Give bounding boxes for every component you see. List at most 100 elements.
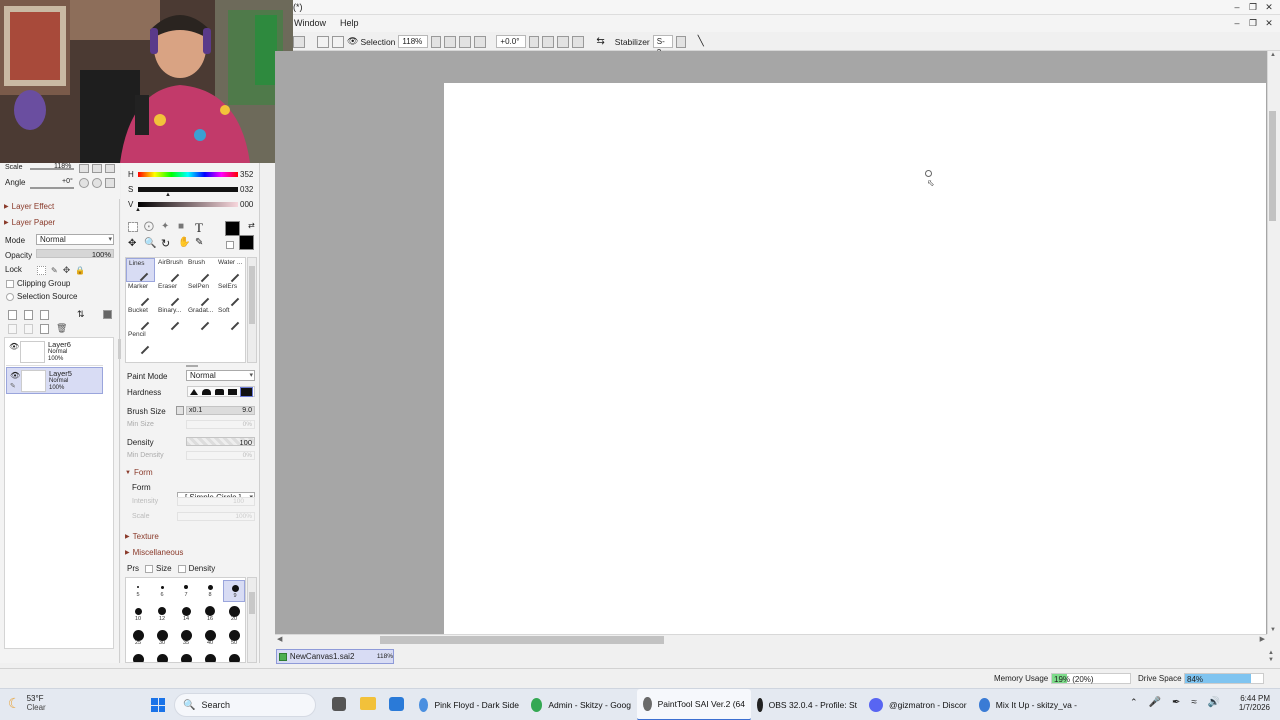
visibility-eye-icon[interactable]: 👁 bbox=[10, 371, 20, 380]
taskbar-app[interactable]: Admin - Skitzy - Goog bbox=[525, 689, 637, 720]
tool-binary[interactable]: Binary... bbox=[156, 306, 185, 331]
min-density-slider[interactable]: 0% bbox=[186, 451, 255, 460]
store-icon[interactable] bbox=[389, 697, 404, 711]
doc-restore-icon[interactable]: ❐ bbox=[1246, 17, 1260, 29]
lock-move-icon[interactable]: ✥ bbox=[63, 265, 71, 276]
tool-selpen[interactable]: SelPen bbox=[186, 282, 215, 307]
restore-icon[interactable]: ❐ bbox=[1246, 1, 1260, 13]
lock-paint-icon[interactable]: ✎ bbox=[51, 266, 58, 275]
brush-size-preset[interactable]: 120 bbox=[223, 652, 245, 662]
min-size-slider[interactable]: 0% bbox=[186, 420, 255, 429]
brush-size-preset[interactable]: 35 bbox=[175, 628, 197, 650]
transparent-color-icon[interactable] bbox=[226, 241, 234, 249]
hardness-5-icon[interactable] bbox=[240, 386, 253, 397]
scroll-right-icon[interactable]: ▶ bbox=[1260, 635, 1265, 643]
selection-toggle[interactable]: 👁 Selection bbox=[347, 36, 395, 47]
brush-size-preset[interactable]: 30 bbox=[151, 628, 173, 650]
brush-size-preset[interactable]: 60 bbox=[127, 652, 149, 662]
menu-help[interactable]: Help bbox=[333, 15, 366, 32]
hardness-selector[interactable] bbox=[187, 386, 255, 397]
brush-size-mult-dropdown-icon[interactable] bbox=[176, 406, 184, 415]
scale-plus-icon[interactable] bbox=[92, 164, 102, 173]
brush-size-preset[interactable]: 6 bbox=[151, 580, 173, 602]
prs-density-checkbox[interactable] bbox=[177, 564, 186, 573]
layer-effect-section[interactable]: ▶ Layer Effect bbox=[4, 202, 54, 211]
lock-all-icon[interactable]: 🔒 bbox=[75, 266, 85, 275]
tool-selers[interactable]: SelErs bbox=[216, 282, 245, 307]
tool-soft[interactable]: Soft bbox=[216, 306, 245, 331]
taskbar-app[interactable]: Mix It Up - skitzy_va - bbox=[973, 689, 1083, 720]
angle-reset-icon[interactable] bbox=[105, 178, 115, 188]
brush-size-preset[interactable]: 25 bbox=[127, 628, 149, 650]
taskbar-app[interactable]: PaintTool SAI Ver.2 (64 bbox=[637, 689, 751, 720]
density-slider[interactable]: 100 bbox=[186, 437, 255, 447]
brush-size-preset[interactable]: 100 bbox=[199, 652, 221, 662]
canvas-horizontal-scrollbar[interactable]: ◀ ▶ bbox=[275, 634, 1267, 646]
horizontal-scroll-thumb[interactable] bbox=[380, 636, 664, 644]
brush-size-preset[interactable]: 16 bbox=[199, 604, 221, 626]
tool-gradat[interactable]: Gradat... bbox=[186, 306, 215, 331]
doc-close-icon[interactable]: ✕ bbox=[1262, 17, 1276, 29]
volume-icon[interactable]: 🔊 bbox=[1208, 697, 1220, 708]
rotation-dropdown-icon[interactable] bbox=[529, 35, 540, 48]
minimize-icon[interactable]: – bbox=[1230, 1, 1244, 13]
delete-layer-icon[interactable]: 🗑 bbox=[56, 323, 67, 334]
wifi-icon[interactable]: ≈ bbox=[1191, 697, 1197, 708]
document-tab[interactable]: NewCanvas1.sai2 118% bbox=[276, 649, 394, 664]
brush-size-preset[interactable]: 50 bbox=[223, 628, 245, 650]
weather-widget[interactable]: ☾ 53°F Clear bbox=[8, 694, 46, 712]
taskbar-app[interactable]: @gizmatron - Discor bbox=[863, 689, 973, 720]
hardness-1-icon[interactable] bbox=[190, 388, 198, 395]
tool-grid-scrollbar[interactable] bbox=[247, 257, 257, 363]
scale-reset-icon[interactable] bbox=[105, 164, 115, 173]
clipping-group-checkbox[interactable]: Clipping Group bbox=[6, 279, 70, 288]
rotate-reset-icon[interactable] bbox=[572, 35, 585, 48]
select-none-icon[interactable] bbox=[317, 35, 329, 48]
taskbar-search[interactable]: 🔍 Search bbox=[174, 693, 316, 717]
menu-window[interactable]: Window bbox=[287, 15, 333, 32]
rotate-cw-icon[interactable] bbox=[92, 178, 102, 188]
angle-slider[interactable] bbox=[30, 187, 74, 189]
layer-edit-icon[interactable]: ✎ bbox=[10, 382, 16, 390]
zoom-tool-icon[interactable]: 🔍 bbox=[144, 238, 156, 249]
pen-icon[interactable]: ✒ bbox=[1172, 697, 1180, 708]
paint-mode-dropdown[interactable]: Normal bbox=[186, 370, 255, 381]
windows-start-icon[interactable] bbox=[151, 698, 165, 712]
brush-size-preset[interactable]: 20 bbox=[223, 604, 245, 626]
tool-water[interactable]: Water ... bbox=[216, 258, 245, 283]
blend-mode-dropdown[interactable]: Normal bbox=[36, 234, 114, 245]
tool-airbrush[interactable]: AirBrush bbox=[156, 258, 185, 283]
new-layer-icon[interactable] bbox=[8, 309, 17, 320]
brush-size-preset[interactable]: 14 bbox=[175, 604, 197, 626]
file-explorer-icon[interactable] bbox=[360, 697, 376, 710]
new-vector-layer-icon[interactable] bbox=[24, 309, 33, 320]
microphone-icon[interactable]: 🎤 bbox=[1149, 697, 1161, 708]
brush-size-preset[interactable]: 12 bbox=[151, 604, 173, 626]
move-layer-icon[interactable]: ⇅ bbox=[77, 309, 85, 320]
hardness-3-icon[interactable] bbox=[215, 388, 224, 395]
value-slider[interactable] bbox=[138, 202, 238, 207]
stabilizer-dropdown-icon[interactable] bbox=[675, 35, 686, 48]
canvas-vertical-scrollbar[interactable]: ▲ ▼ bbox=[1267, 51, 1278, 634]
stabilizer-field[interactable]: S-2 bbox=[652, 35, 673, 57]
fill-select-icon[interactable]: ■ bbox=[178, 221, 184, 232]
doc-minimize-icon[interactable]: – bbox=[1230, 17, 1244, 29]
brush-size-preset[interactable]: 5 bbox=[127, 580, 149, 602]
saturation-thumb-icon[interactable]: ▲ bbox=[165, 192, 171, 198]
layer-mask-icon[interactable] bbox=[102, 310, 112, 319]
clear-layer-icon[interactable] bbox=[40, 323, 49, 334]
layer-row[interactable]: 👁 Layer6 Normal 100% bbox=[6, 339, 103, 366]
move-tool-icon[interactable]: ✥ bbox=[128, 238, 136, 249]
tab-scroll-down-icon[interactable]: ▼ bbox=[1268, 657, 1274, 663]
brush-size-preset[interactable]: 9 bbox=[223, 580, 245, 602]
tab-scroll-up-icon[interactable]: ▲ bbox=[1268, 650, 1274, 656]
scroll-up-icon[interactable]: ▲ bbox=[1270, 52, 1276, 58]
rect-select-icon[interactable] bbox=[128, 222, 138, 232]
tool-marker[interactable]: Marker bbox=[126, 282, 155, 307]
lasso-icon[interactable]: ⨀ bbox=[144, 221, 154, 232]
scroll-left-icon[interactable]: ◀ bbox=[277, 635, 282, 643]
task-view-icon[interactable] bbox=[332, 697, 346, 711]
rotate-left-icon[interactable] bbox=[542, 35, 555, 48]
prs-size-checkbox[interactable] bbox=[145, 564, 153, 573]
layer-paper-section[interactable]: ▶ Layer Paper bbox=[4, 218, 55, 227]
